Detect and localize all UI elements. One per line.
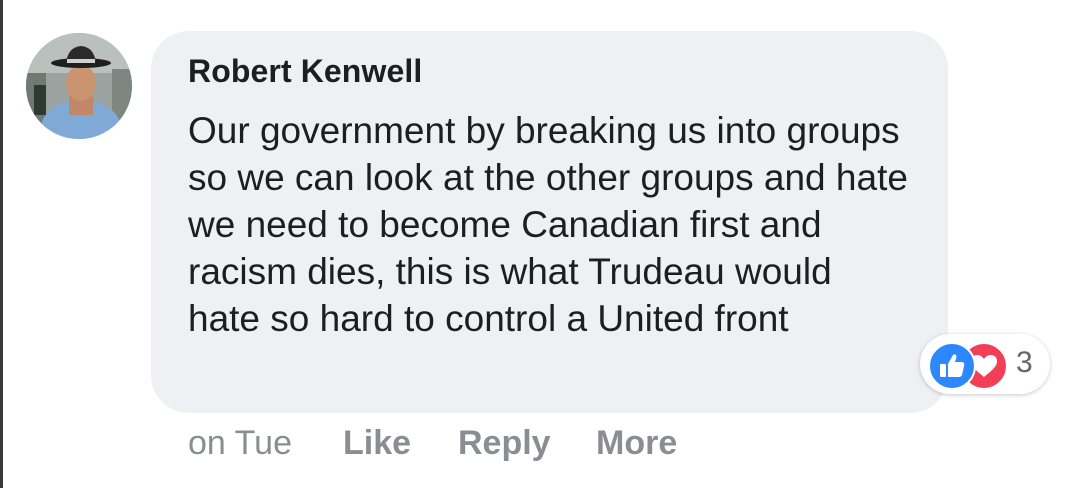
comment-text: Our government by breaking us into group… xyxy=(188,110,908,339)
avatar-photo xyxy=(26,33,132,139)
more-button[interactable]: More xyxy=(596,424,677,463)
like-button[interactable]: Like xyxy=(343,424,411,463)
reply-button[interactable]: Reply xyxy=(458,424,551,463)
like-icon xyxy=(928,342,976,390)
comment-author[interactable]: Robert Kenwell xyxy=(188,53,422,90)
comment-timestamp[interactable]: on Tue xyxy=(188,424,292,463)
reaction-summary[interactable]: 3 xyxy=(920,334,1050,394)
avatar[interactable] xyxy=(26,33,132,139)
reaction-count: 3 xyxy=(1016,346,1033,379)
left-edge-border xyxy=(0,0,3,488)
comment-bubble: Robert Kenwell Our government by breakin… xyxy=(151,31,948,413)
